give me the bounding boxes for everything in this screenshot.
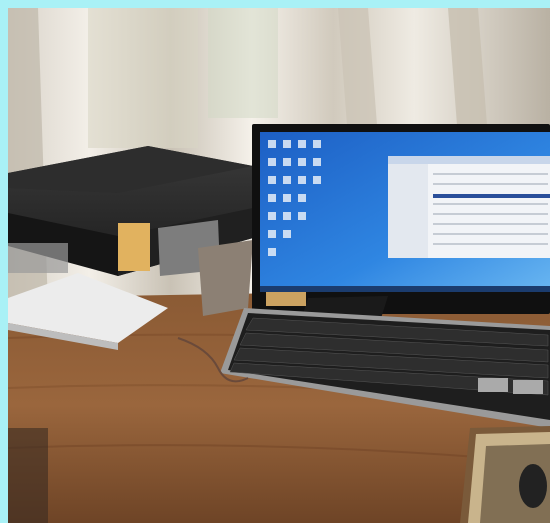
sticky-note <box>118 223 150 271</box>
desk-photo <box>8 8 550 523</box>
patterned-mousepad <box>460 426 550 523</box>
mouse <box>519 464 547 508</box>
photo-frame <box>8 8 550 523</box>
open-application-window <box>388 156 550 258</box>
windows-desktop-screen <box>260 132 550 292</box>
widescreen-monitor <box>252 124 550 330</box>
